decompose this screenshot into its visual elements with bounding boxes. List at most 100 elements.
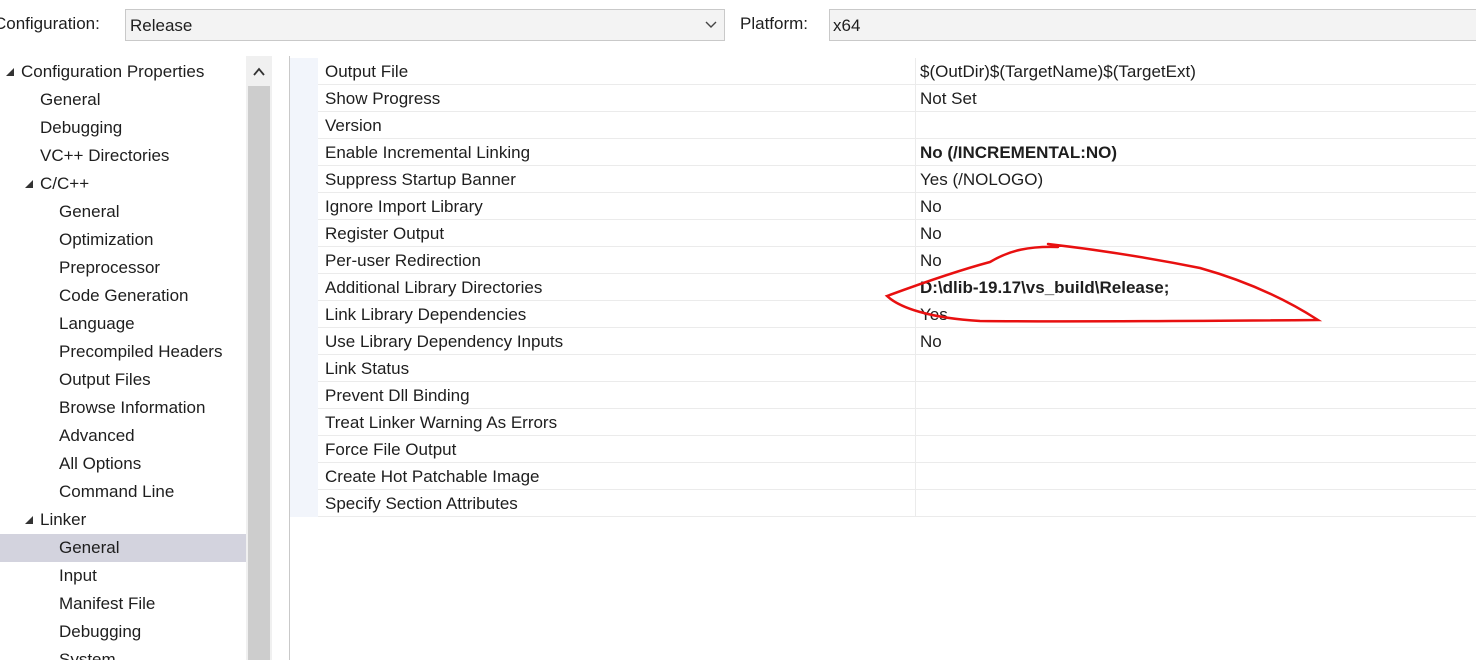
tree-item[interactable]: General xyxy=(0,86,246,114)
chevron-up-icon[interactable] xyxy=(246,56,272,86)
property-name: Register Output xyxy=(325,224,445,243)
tree-item[interactable]: Precompiled Headers xyxy=(0,338,246,366)
column-separator xyxy=(915,85,916,112)
configuration-label: Configuration: xyxy=(0,14,100,33)
tree-item[interactable]: General xyxy=(0,534,246,562)
column-separator xyxy=(915,139,916,166)
property-value[interactable]: No (/INCREMENTAL:NO) xyxy=(920,143,1117,163)
expanded-triangle-icon[interactable] xyxy=(24,179,34,189)
tree-item-label: Optimization xyxy=(59,230,154,249)
property-row[interactable]: Link Status xyxy=(290,355,1476,382)
tree-item[interactable]: Debugging xyxy=(0,618,246,646)
tree-item-label: All Options xyxy=(59,454,142,473)
row-gutter xyxy=(290,301,318,328)
column-separator xyxy=(915,409,916,436)
property-value[interactable]: Not Set xyxy=(920,89,977,109)
property-name: Ignore Import Library xyxy=(325,197,483,216)
property-row[interactable]: Enable Incremental Linking No (/INCREMENT… xyxy=(290,139,1476,166)
property-name: Suppress Startup Banner xyxy=(325,170,516,189)
property-row[interactable]: Additional Library Directories D:\dlib-19… xyxy=(290,274,1476,301)
tree-scrollbar[interactable] xyxy=(246,56,272,660)
property-name: Show Progress xyxy=(325,89,441,108)
row-gutter xyxy=(290,274,318,301)
tree-item[interactable]: General xyxy=(0,198,246,226)
tree-item[interactable]: Configuration Properties xyxy=(0,58,246,86)
tree-item-label: General xyxy=(40,90,101,109)
platform-value: x64 xyxy=(833,16,861,35)
property-value[interactable]: No xyxy=(920,224,942,244)
property-row[interactable]: Per-user Redirection No xyxy=(290,247,1476,274)
property-row[interactable]: Specify Section Attributes xyxy=(290,490,1476,517)
row-gutter xyxy=(290,112,318,139)
property-name: Additional Library Directories xyxy=(325,278,543,297)
tree-item-label: Linker xyxy=(40,510,87,529)
tree-item[interactable]: VC++ Directories xyxy=(0,142,246,170)
tree-item[interactable]: Optimization xyxy=(0,226,246,254)
configuration-toolbar: Configuration: Release Platform: x64 xyxy=(0,0,1476,56)
tree-item[interactable]: Output Files xyxy=(0,366,246,394)
tree-item-label: Output Files xyxy=(59,370,151,389)
property-name: Create Hot Patchable Image xyxy=(325,467,540,486)
property-row[interactable]: Prevent Dll Binding xyxy=(290,382,1476,409)
tree-item[interactable]: Linker xyxy=(0,506,246,534)
property-row[interactable]: Use Library Dependency Inputs No xyxy=(290,328,1476,355)
row-gutter xyxy=(290,436,318,463)
platform-dropdown[interactable]: x64 xyxy=(829,9,1476,41)
property-name: Version xyxy=(325,116,382,135)
property-value[interactable]: No xyxy=(920,332,942,352)
expanded-triangle-icon[interactable] xyxy=(5,67,15,77)
property-row[interactable]: Show Progress Not Set xyxy=(290,85,1476,112)
tree-item-label: Preprocessor xyxy=(59,258,161,277)
property-name: Specify Section Attributes xyxy=(325,494,518,513)
column-separator xyxy=(915,58,916,85)
column-separator xyxy=(915,355,916,382)
column-separator xyxy=(915,112,916,139)
tree-item[interactable]: Language xyxy=(0,310,246,338)
property-value[interactable]: No xyxy=(920,251,942,271)
configuration-dropdown[interactable]: Release xyxy=(125,9,725,41)
property-row[interactable]: Ignore Import Library No xyxy=(290,193,1476,220)
column-separator xyxy=(915,274,916,301)
tree-item[interactable]: All Options xyxy=(0,450,246,478)
tree-item[interactable]: Preprocessor xyxy=(0,254,246,282)
tree-item-label: Code Generation xyxy=(59,286,189,305)
property-name: Output File xyxy=(325,62,409,81)
tree-item-label: Configuration Properties xyxy=(21,62,205,81)
row-gutter xyxy=(290,220,318,247)
property-row[interactable]: Version xyxy=(290,112,1476,139)
property-row[interactable]: Treat Linker Warning As Errors xyxy=(290,409,1476,436)
property-value[interactable]: Yes xyxy=(920,305,948,325)
tree-item[interactable]: Input xyxy=(0,562,246,590)
column-separator xyxy=(915,166,916,193)
property-row[interactable]: Output File $(OutDir)$(TargetName)$(Targe… xyxy=(290,58,1476,85)
column-separator xyxy=(915,382,916,409)
property-row[interactable]: Register Output No xyxy=(290,220,1476,247)
tree-item[interactable]: System xyxy=(0,646,246,660)
property-name: Use Library Dependency Inputs xyxy=(325,332,564,351)
tree-item-label: Advanced xyxy=(59,426,135,445)
expanded-triangle-icon[interactable] xyxy=(24,515,34,525)
property-value[interactable]: Yes (/NOLOGO) xyxy=(920,170,1043,190)
tree-item[interactable]: Debugging xyxy=(0,114,246,142)
tree-item[interactable]: Advanced xyxy=(0,422,246,450)
property-row[interactable]: Create Hot Patchable Image xyxy=(290,463,1476,490)
property-row[interactable]: Force File Output xyxy=(290,436,1476,463)
tree-item-label: Language xyxy=(59,314,135,333)
column-separator xyxy=(915,247,916,274)
tree-item[interactable]: Command Line xyxy=(0,478,246,506)
property-row[interactable]: Link Library Dependencies Yes xyxy=(290,301,1476,328)
column-separator xyxy=(915,301,916,328)
tree-item[interactable]: Code Generation xyxy=(0,282,246,310)
property-value[interactable]: No xyxy=(920,197,942,217)
scrollbar-thumb[interactable] xyxy=(248,86,270,660)
tree-item[interactable]: Browse Information xyxy=(0,394,246,422)
property-row[interactable]: Suppress Startup Banner Yes (/NOLOGO) xyxy=(290,166,1476,193)
row-gutter xyxy=(290,382,318,409)
column-separator xyxy=(915,220,916,247)
tree-item[interactable]: C/C++ xyxy=(0,170,246,198)
tree-item-label: VC++ Directories xyxy=(40,146,170,165)
property-value[interactable]: $(OutDir)$(TargetName)$(TargetExt) xyxy=(920,62,1196,82)
tree-item-label: General xyxy=(59,538,120,557)
property-value[interactable]: D:\dlib-19.17\vs_build\Release; xyxy=(920,278,1169,298)
tree-item[interactable]: Manifest File xyxy=(0,590,246,618)
